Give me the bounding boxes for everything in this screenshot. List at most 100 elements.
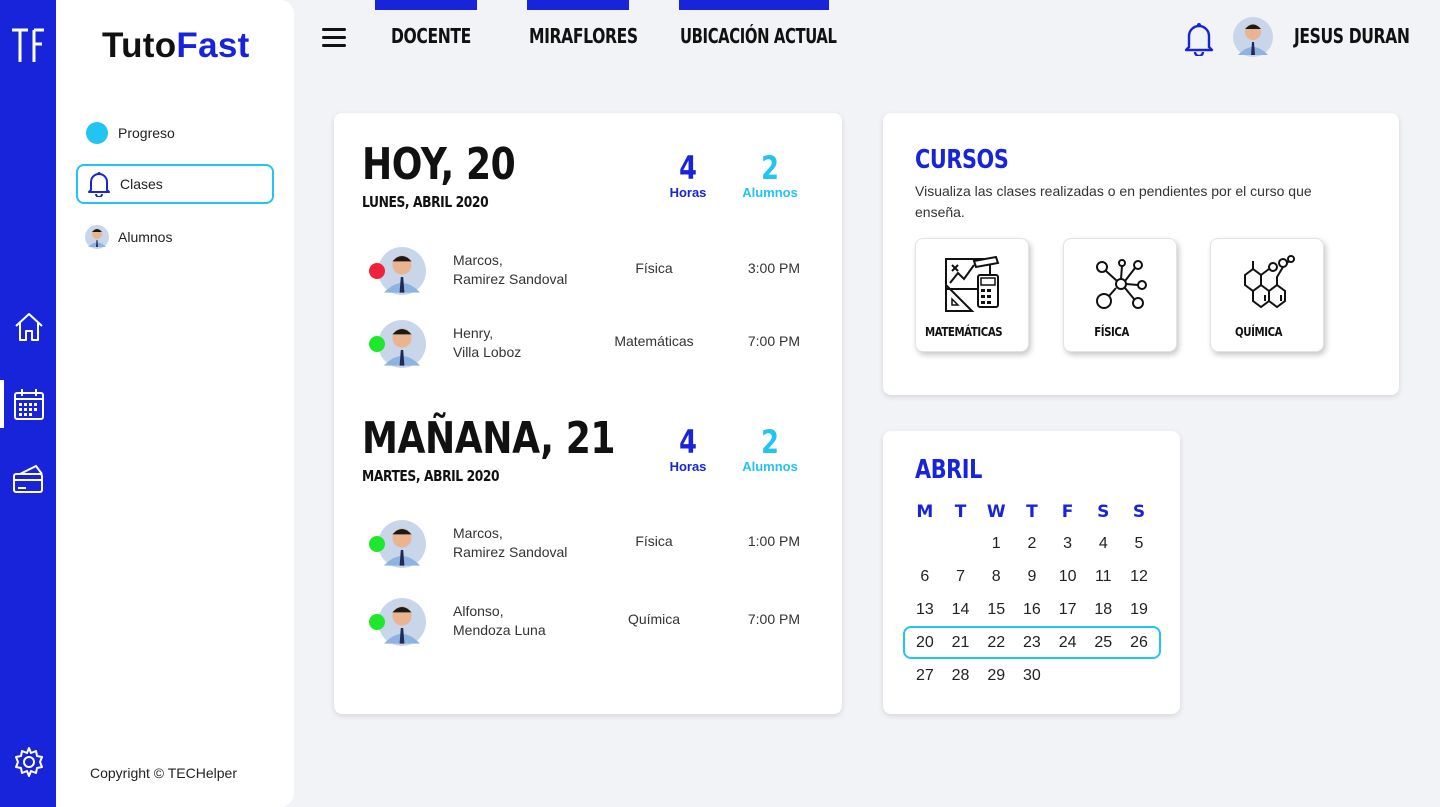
sidebar-item-label: Progreso <box>118 125 175 141</box>
calendar-day[interactable]: 13 <box>907 601 943 619</box>
student-avatar <box>378 520 426 573</box>
tutofast-logo-icon[interactable] <box>10 26 46 66</box>
weekday-label: F <box>1061 502 1074 522</box>
calendar-icon[interactable] <box>12 387 46 421</box>
calendar-day[interactable]: 30 <box>1014 667 1050 685</box>
calendar-day[interactable]: 6 <box>907 568 943 586</box>
copyright-text: Copyright © TECHelper <box>90 765 237 781</box>
class-row[interactable]: Henry, Villa Loboz Matemáticas 7:00 PM <box>334 316 842 372</box>
calendar-week: 6 7 8 9 10 11 12 <box>907 560 1161 593</box>
weekday-label: T <box>954 502 967 522</box>
calendar-day[interactable]: 22 <box>978 634 1014 652</box>
tab-ubicacion-actual[interactable]: UBICACIÓN ACTUAL <box>679 0 837 60</box>
calendar-grid: M T W T F S S 12345 6 7 8 9 10 11 12 13 14 15 16 1… <box>903 497 1161 692</box>
courses-description: Visualiza las clases realizadas o en pen… <box>915 183 1312 220</box>
tab-docente[interactable]: DOCENTE <box>375 0 477 60</box>
bell-icon <box>78 171 120 197</box>
calendar-day[interactable]: 23 <box>1014 634 1050 652</box>
sidebar-item-alumnos[interactable]: Alumnos <box>76 217 274 257</box>
students-count: 2 <box>761 423 779 461</box>
students-label: Alumnos <box>742 459 798 474</box>
tab-indicator <box>679 0 829 10</box>
user-name[interactable]: JESUS DURAN <box>1294 24 1410 48</box>
calendar-day[interactable]: 29 <box>978 667 1014 685</box>
brand-logo[interactable]: TutoFast <box>102 26 250 66</box>
calendar-day[interactable]: 25 <box>1085 634 1121 652</box>
student-name: Alfonso, Mendoza Luna <box>453 603 546 638</box>
course-card-matematicas[interactable]: MATEMÁTICAS <box>915 238 1029 352</box>
status-dot <box>369 336 385 352</box>
day-title: HOY, 20 <box>362 139 516 190</box>
calendar-day[interactable]: 19 <box>1121 601 1157 619</box>
gear-icon[interactable] <box>12 745 46 779</box>
weekday-label: S <box>1097 502 1110 522</box>
calendar-week: 12345 <box>907 527 1161 560</box>
calendar-day[interactable]: 8 <box>978 568 1014 586</box>
calendar-day[interactable]: 17 <box>1050 601 1086 619</box>
class-time: 3:00 PM <box>747 260 800 276</box>
student-avatar <box>378 320 426 373</box>
sidebar-item-clases[interactable]: Clases <box>76 164 274 204</box>
calendar-day[interactable]: 20 <box>907 634 943 652</box>
status-dot <box>369 614 385 630</box>
calendar-day[interactable]: 9 <box>1014 568 1050 586</box>
calendar-day[interactable]: 5 <box>1121 535 1157 553</box>
math-tools-icon <box>945 255 1000 312</box>
course-card-fisica[interactable]: FÍSICA <box>1063 238 1177 352</box>
atom-molecule-icon <box>1096 259 1147 309</box>
calendar-day[interactable]: 4 <box>1085 535 1121 553</box>
calendar-day[interactable]: 24 <box>1050 634 1086 652</box>
class-row[interactable]: Alfonso, Mendoza Luna Química 7:00 PM <box>334 594 842 650</box>
weekday-label: T <box>1026 502 1038 522</box>
calendar-day[interactable]: 15 <box>978 601 1014 619</box>
hours-stat: 4 Horas <box>648 425 728 474</box>
student-name: Henry, Villa Loboz <box>453 325 522 360</box>
calendar-day[interactable]: 12 <box>1121 568 1157 586</box>
course-label: QUÍMICA <box>1235 325 1283 339</box>
calendar-day[interactable]: 21 <box>943 634 979 652</box>
sidebar-item-label: Alumnos <box>118 229 173 245</box>
calendar-week: 27 28 29 30 <box>907 659 1161 692</box>
student-name: Marcos, Ramirez Sandoval <box>453 252 568 287</box>
class-row[interactable]: Marcos, Ramirez Sandoval Física 1:00 PM <box>334 516 842 572</box>
sidebar-item-progreso[interactable]: Progreso <box>76 113 274 153</box>
chemical-structure-icon <box>1244 255 1295 309</box>
calendar-day[interactable]: 1 <box>978 535 1014 553</box>
payment-card-icon[interactable] <box>12 462 46 496</box>
calendar-day[interactable]: 2 <box>1014 535 1050 553</box>
calendar-day[interactable]: 28 <box>943 667 979 685</box>
hours-stat: 4 Horas <box>648 151 728 200</box>
student-avatar <box>76 225 118 249</box>
course-label: MATEMÁTICAS <box>924 325 1003 339</box>
brand-text-part2: Fast <box>176 26 250 65</box>
calendar-day[interactable]: 16 <box>1014 601 1050 619</box>
calendar-week: 13 14 15 16 17 18 19 <box>907 593 1161 626</box>
calendar-day[interactable]: 11 <box>1085 568 1121 586</box>
calendar-day[interactable]: 10 <box>1050 568 1086 586</box>
tab-label: DOCENTE <box>391 24 471 48</box>
tab-miraflores[interactable]: MIRAFLORES <box>527 0 638 60</box>
progress-dot-icon <box>76 121 118 145</box>
calendar-day[interactable]: 18 <box>1085 601 1121 619</box>
calendar-day[interactable]: 7 <box>943 568 979 586</box>
class-time: 1:00 PM <box>747 533 800 549</box>
calendar-day[interactable]: 27 <box>907 667 943 685</box>
course-card-quimica[interactable]: QUÍMICA <box>1210 238 1324 352</box>
course-label: FÍSICA <box>1094 325 1129 339</box>
home-icon[interactable] <box>12 310 46 344</box>
notification-bell-icon[interactable] <box>1184 22 1214 61</box>
class-row[interactable]: Marcos, Ramirez Sandoval Física 3:00 PM <box>334 243 842 299</box>
day-subtitle: MARTES, ABRIL 2020 <box>362 467 500 485</box>
hours-label: Horas <box>669 459 707 474</box>
calendar-day[interactable]: 14 <box>943 601 979 619</box>
calendar-day[interactable]: 26 <box>1121 634 1157 652</box>
courses-card: CURSOS Visualiza las clases realizadas o… <box>883 113 1399 395</box>
user-avatar[interactable] <box>1233 17 1273 62</box>
day-title: MAÑANA, 21 <box>362 413 616 464</box>
class-subject: Física <box>635 533 673 549</box>
schedule-card: HOY, 20 LUNES, ABRIL 2020 4 Horas 2 Alum… <box>334 113 842 714</box>
calendar-day[interactable]: 3 <box>1050 535 1086 553</box>
menu-toggle-icon[interactable] <box>322 28 346 48</box>
class-subject: Matemáticas <box>614 333 694 349</box>
class-time: 7:00 PM <box>747 611 800 627</box>
